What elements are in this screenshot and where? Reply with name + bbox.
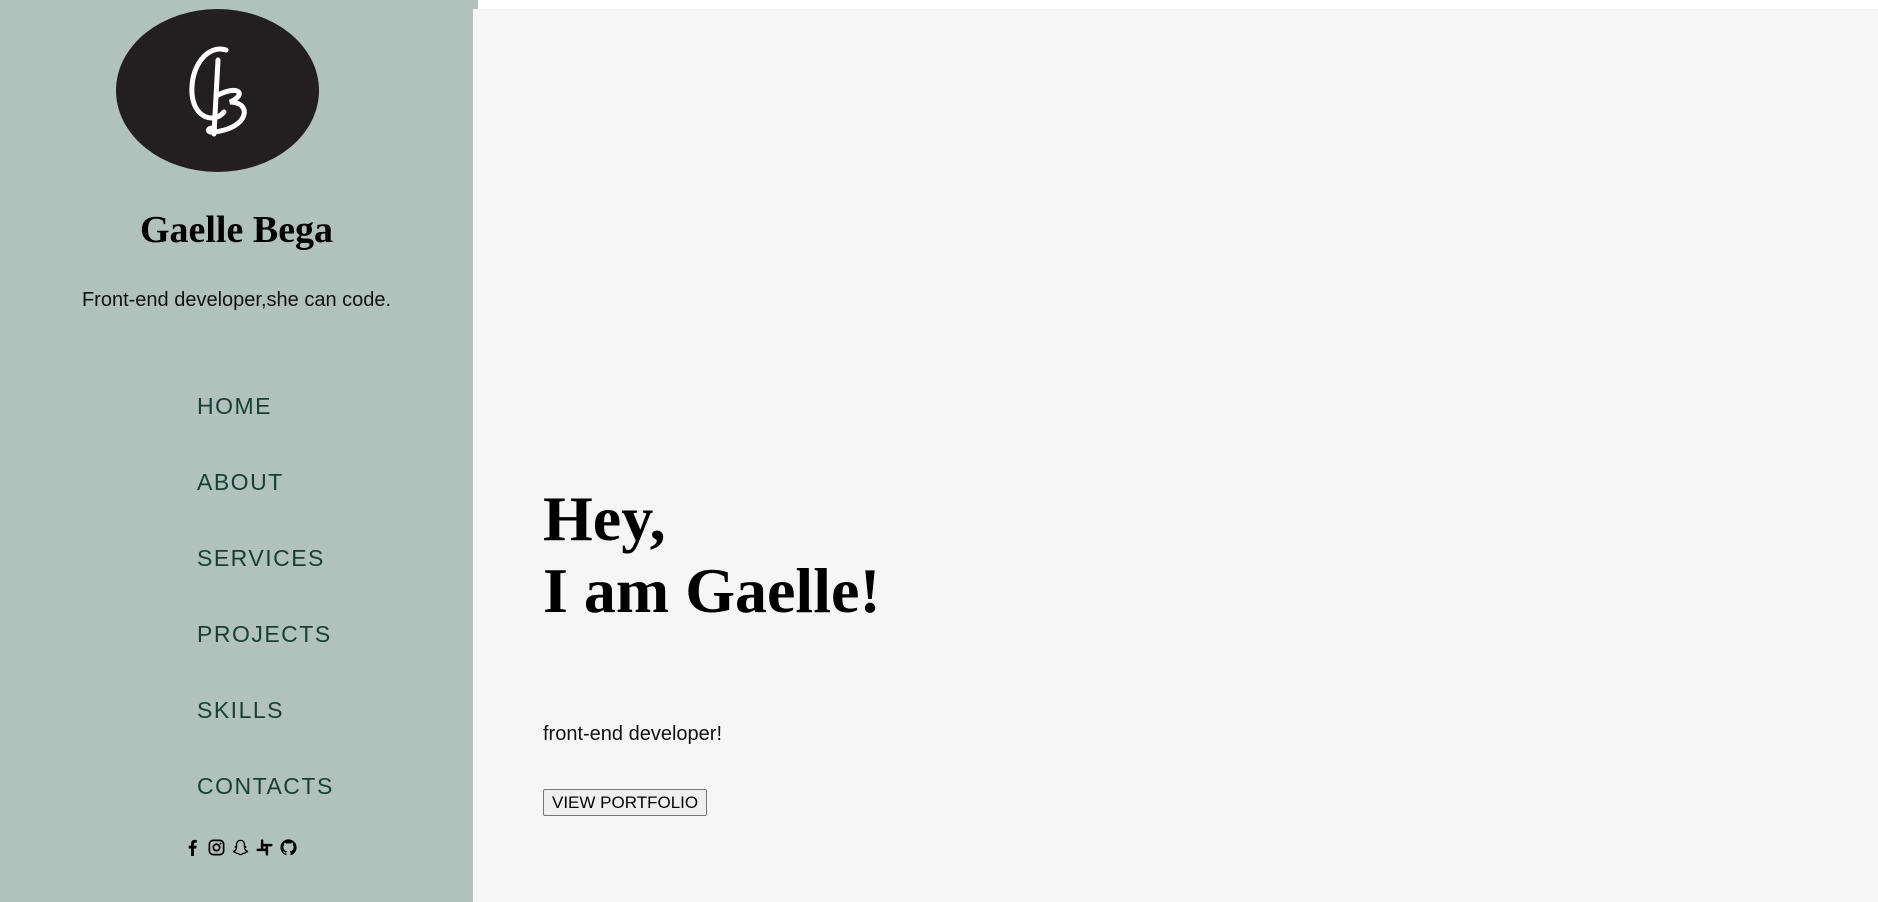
main-content [473,9,1878,902]
facebook-icon[interactable] [182,837,202,857]
profile-name: Gaelle Bega [139,209,334,251]
hero-intro: I am Gaelle! [543,555,881,626]
view-portfolio-button[interactable]: VIEW PORTFOLIO [543,789,708,816]
social-links [182,837,298,857]
snapchat-icon[interactable] [230,837,250,857]
hero-subtitle: front-end developer! [543,723,723,745]
hero-greeting: Hey, [543,483,666,554]
nav-home[interactable]: HOME [197,393,272,420]
github-icon[interactable] [278,837,298,857]
gb-monogram-icon [188,46,247,136]
sidebar-top-edge [473,0,478,9]
nav-services[interactable]: SERVICES [197,545,325,572]
sidebar: Gaelle Bega Front-end developer,she can … [0,0,473,902]
hero-heading: Hey, I am Gaelle! [543,483,881,627]
nav-contacts[interactable]: CONTACTS [197,773,334,800]
profile-tagline: Front-end developer,she can code. [81,289,392,311]
nav-projects[interactable]: PROJECTS [197,621,332,648]
slack-icon[interactable] [254,837,274,857]
instagram-icon[interactable] [206,837,226,857]
nav-skills[interactable]: SKILLS [197,697,284,724]
nav-about[interactable]: ABOUT [197,469,284,496]
logo[interactable] [116,9,319,172]
